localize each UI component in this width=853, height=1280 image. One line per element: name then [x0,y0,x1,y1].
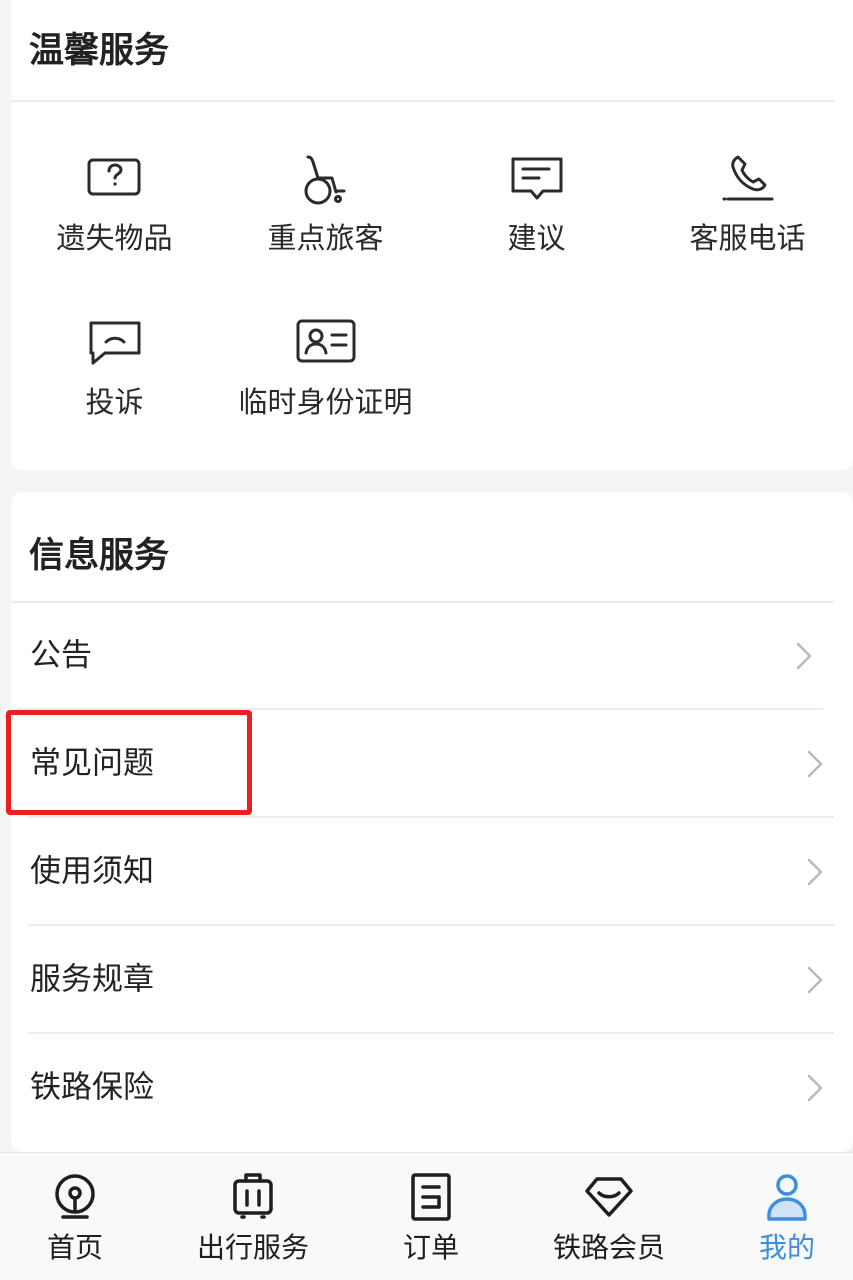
grid-item-suggestion[interactable]: 建议 [431,153,642,293]
warm-service-card: 温馨服务 遗失物品 重点旅客 建议 客服电话 投诉 临时身份证明 [11,0,853,470]
grid-label: 重点旅客 [267,221,384,255]
row-label: 使用须知 [30,853,154,889]
chevron-right-icon [806,1073,824,1103]
highlight-box [6,710,252,815]
list-row-service-rules[interactable]: 服务规章 [28,926,834,1034]
list-row-railway-insurance[interactable]: 铁路保险 [28,1034,834,1141]
order-doc-icon [405,1171,457,1223]
tab-label: 我的 [758,1231,815,1264]
grid-item-temp-id[interactable]: 临时身份证明 [220,317,431,457]
grid-label: 临时身份证明 [238,385,413,419]
complaint-chat-icon [83,317,147,373]
diamond-icon [583,1171,635,1223]
warm-service-title: 温馨服务 [29,31,170,71]
bottom-tab-bar: 首页 出行服务 订单 铁路会员 我的 [0,1152,853,1280]
railway-logo-icon [49,1171,101,1223]
question-box-icon [83,153,147,209]
warm-service-divider [11,100,834,102]
tab-label: 出行服务 [196,1231,309,1264]
grid-item-service-phone[interactable]: 客服电话 [642,153,853,293]
tab-orders[interactable]: 订单 [346,1153,516,1280]
grid-label: 遗失物品 [56,221,173,255]
info-service-card: 信息服务 公告 常见问题 使用须知 服务规章 铁路保险 [11,492,853,1152]
tab-railway-member[interactable]: 铁路会员 [524,1153,694,1280]
tab-label: 订单 [402,1231,459,1264]
user-icon [761,1171,813,1223]
chevron-right-icon [806,749,824,779]
row-label: 服务规章 [30,961,154,997]
row-label: 公告 [30,637,92,673]
phone-icon [716,153,780,209]
tab-label: 首页 [46,1231,103,1264]
grid-label: 建议 [507,221,566,255]
list-row-announcement[interactable]: 公告 [17,602,823,710]
row-label: 铁路保险 [30,1069,154,1105]
list-row-usage-notice[interactable]: 使用须知 [28,818,834,926]
grid-item-key-passenger[interactable]: 重点旅客 [220,153,431,293]
wheelchair-icon [294,153,358,209]
tab-label: 铁路会员 [552,1231,665,1264]
grid-item-complaint[interactable]: 投诉 [9,317,220,457]
chevron-right-icon [806,857,824,887]
tab-home[interactable]: 首页 [0,1153,160,1280]
luggage-icon [227,1171,279,1223]
chevron-right-icon [795,641,813,671]
grid-label: 投诉 [85,385,144,419]
tab-mine[interactable]: 我的 [702,1153,853,1280]
grid-label: 客服电话 [689,221,806,255]
suggestion-chat-icon [505,153,569,209]
grid-item-lost-items[interactable]: 遗失物品 [9,153,220,293]
chevron-right-icon [806,965,824,995]
info-service-title: 信息服务 [29,536,170,576]
tab-travel-service[interactable]: 出行服务 [168,1153,338,1280]
id-card-icon [294,317,358,373]
